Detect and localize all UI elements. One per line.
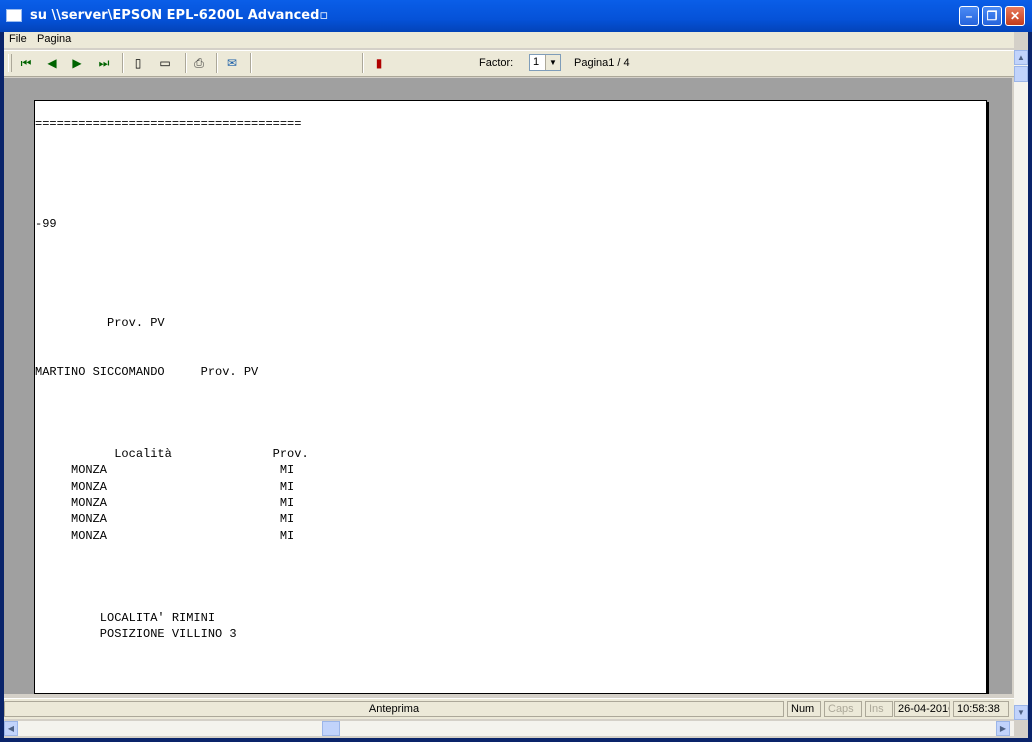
last-page-icon[interactable]: ⏭: [94, 54, 114, 72]
toolbar-separator: [250, 53, 252, 73]
table-row: MONZA MI: [35, 496, 295, 510]
table-header: Località Prov.: [35, 447, 309, 461]
factor-select[interactable]: 1 ▼: [529, 54, 561, 71]
prev-page-icon[interactable]: ◀: [42, 54, 62, 72]
page-info: Pagina1 / 4: [574, 57, 630, 69]
single-page-icon[interactable]: ▯: [128, 54, 148, 72]
print-icon[interactable]: ⎙: [189, 54, 209, 72]
prov-text: Prov. PV: [35, 316, 165, 330]
localita-text: LOCALITA' RIMINI: [35, 611, 216, 625]
chevron-down-icon[interactable]: ▼: [545, 55, 560, 70]
horizontal-scroll-thumb[interactable]: [322, 721, 340, 736]
toolbar-separator: [122, 53, 124, 73]
print-preview-page: ===================================== -9…: [34, 100, 987, 694]
separator-line: =====================================: [35, 117, 302, 131]
two-pages-icon[interactable]: ▭: [155, 54, 175, 72]
table-row: MONZA MI: [35, 480, 295, 494]
status-bar: Anteprima Num Caps Ins 26-04-2016 10:58:…: [4, 698, 1014, 719]
menu-bar: File Pagina: [4, 32, 1014, 48]
preview-area[interactable]: ===================================== -9…: [4, 78, 1012, 694]
close-button[interactable]: ✕: [1005, 6, 1025, 26]
code-text: -99: [35, 217, 57, 231]
table-row: MONZA MI: [35, 529, 295, 543]
title-bar: su \\server\EPSON EPL-6200L Advanced▫ – …: [0, 0, 1032, 32]
menu-file[interactable]: File: [9, 33, 27, 45]
toolbar-grip[interactable]: [8, 54, 12, 72]
factor-label: Factor:: [479, 57, 514, 69]
table-row: MONZA MI: [35, 512, 295, 526]
menu-pagina[interactable]: Pagina: [37, 33, 71, 45]
window-icon[interactable]: [6, 9, 22, 22]
table-row: MONZA MI: [35, 463, 295, 477]
factor-value: 1: [533, 56, 540, 68]
toolbar-separator: [216, 53, 218, 73]
maximize-button[interactable]: ❐: [982, 6, 1002, 26]
ins-indicator: Ins: [865, 701, 893, 717]
toolbar-separator: [185, 53, 187, 73]
scroll-up-icon[interactable]: ▲: [1014, 50, 1028, 65]
caps-indicator: Caps: [824, 701, 862, 717]
time-indicator: 10:58:38: [953, 701, 1009, 717]
exit-door-icon[interactable]: ▮: [369, 54, 389, 72]
next-page-icon[interactable]: ▶: [67, 54, 87, 72]
first-page-icon[interactable]: ⏮: [16, 54, 36, 72]
scroll-down-icon[interactable]: ▼: [1014, 705, 1028, 720]
window-title: su \\server\EPSON EPL-6200L Advanced▫: [30, 8, 329, 23]
num-indicator: Num: [787, 701, 821, 717]
name-line: MARTINO SICCOMANDO Prov. PV: [35, 365, 259, 379]
toolbar: ⏮ ◀ ▶ ⏭ ▯ ▭ ⎙ ✉ ▮ Factor: 1 ▼ Pagina1 / …: [4, 50, 1014, 77]
horizontal-scrollbar[interactable]: ◀ ▶: [4, 721, 1014, 736]
toolbar-separator: [362, 53, 364, 73]
client-area: File Pagina ⏮ ◀ ▶ ⏭ ▯ ▭ ⎙ ✉ ▮ Factor: 1 …: [4, 32, 1028, 738]
scroll-left-icon[interactable]: ◀: [4, 721, 18, 736]
vertical-scrollbar[interactable]: ▲ ▼: [1014, 50, 1028, 720]
status-text: Anteprima: [4, 701, 784, 717]
posizione-text: POSIZIONE VILLINO 3: [35, 627, 237, 641]
scroll-right-icon[interactable]: ▶: [996, 721, 1010, 736]
vertical-scroll-thumb[interactable]: [1014, 66, 1028, 82]
date-indicator: 26-04-2016: [894, 701, 950, 717]
minimize-button[interactable]: –: [959, 6, 979, 26]
export-icon[interactable]: ✉: [222, 54, 242, 72]
